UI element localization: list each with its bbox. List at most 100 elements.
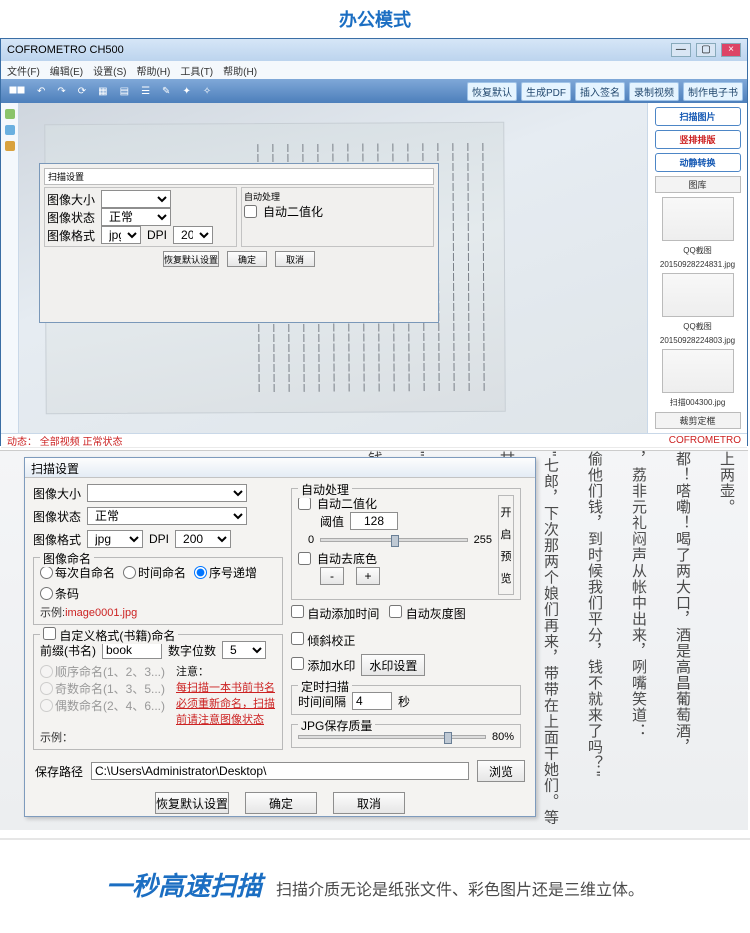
cb-bin[interactable] (298, 497, 311, 510)
img-size-select[interactable] (101, 190, 171, 208)
vertical-text: 上两壶。 (714, 451, 738, 830)
menu-item[interactable]: 帮助(H) (136, 63, 170, 78)
tool-icon[interactable]: ▦ (94, 85, 111, 98)
img-size-label: 图像大小 (33, 485, 81, 502)
img-state-label: 图像状态 (33, 508, 81, 525)
caption-title: 一秒高速扫描 (106, 866, 262, 903)
rb-odd[interactable]: 奇数命名(1、3、5...) (40, 680, 165, 697)
thumbnail-caption: 扫描004300.jpg (670, 397, 726, 408)
jpg-legend: JPG保存质量 (298, 717, 375, 734)
menu-item[interactable]: 设置(S) (93, 63, 126, 78)
note-line: 必须重新命名，扫描 (176, 695, 276, 711)
jpg-value: 80% (492, 731, 514, 743)
prefix-label: 前缀(书名) (40, 642, 96, 659)
menu-item[interactable]: 工具(T) (180, 63, 213, 78)
example2-label: 示例： (40, 729, 276, 745)
tool-icon[interactable]: ✎ (158, 85, 174, 98)
watermark-settings-button[interactable]: 水印设置 (361, 654, 425, 676)
tool-icon[interactable]: ⯀⯀ (5, 85, 29, 98)
img-state-select[interactable]: 正常 (101, 208, 171, 226)
minus-button[interactable]: - (320, 567, 344, 585)
dialog-title: 扫描设置 (25, 458, 535, 478)
thr-max: 255 (474, 534, 492, 546)
toolbar-restore-button[interactable]: 恢复默认 (467, 82, 517, 101)
cb-gray[interactable]: 自动灰度图 (389, 605, 465, 622)
auto-legend: 自动处理 (298, 481, 352, 498)
ok-button[interactable]: 确定 (227, 251, 267, 267)
note-line: 每扫描一本书前书名 (176, 679, 276, 695)
custom-enable-checkbox[interactable] (43, 627, 56, 640)
tool-icon[interactable]: ✧ (199, 85, 215, 98)
dpi-select[interactable]: 200 (173, 226, 213, 244)
toolbar-sign-button[interactable]: 插入签名 (575, 82, 625, 101)
cancel-button[interactable]: 取消 (333, 792, 405, 814)
restore-defaults-button[interactable]: 恢复默认设置 (155, 792, 229, 814)
vchar: 启 (501, 526, 512, 542)
threshold-input[interactable] (350, 512, 398, 530)
rb-even[interactable]: 偶数命名(2、4、6...) (40, 697, 165, 714)
interval-label: 时间间隔 (298, 693, 346, 710)
cb-bg-label: 自动去底色 (317, 550, 377, 567)
vert-layout-button[interactable]: 竖排排版 (655, 130, 741, 149)
thumbnail[interactable] (662, 197, 734, 241)
interval-unit: 秒 (398, 693, 410, 710)
rotate-right-icon[interactable]: ↷ (53, 85, 69, 98)
maximize-button[interactable]: ▢ (696, 43, 716, 57)
naming-fieldset: 图像命名 每次自命名 时间命名 序号递增 条码 示例:image0001.jpg (33, 557, 283, 625)
jpg-quality-slider[interactable] (298, 735, 486, 739)
tool-icon[interactable]: ✦ (178, 85, 194, 98)
cb-wm[interactable]: 添加水印 (291, 657, 355, 674)
minimize-button[interactable]: — (671, 43, 691, 57)
tool-icon[interactable]: ▤ (116, 85, 133, 98)
cb-skew[interactable]: 倾斜校正 (291, 632, 355, 649)
app-window: COFROMETRO CH500 — ▢ × 文件(F) 编辑(E) 设置(S)… (0, 38, 748, 446)
digits-select[interactable]: 5 (222, 641, 266, 659)
cancel-button[interactable]: 取消 (275, 251, 315, 267)
cb-bg[interactable] (298, 552, 311, 565)
window-controls: — ▢ × (669, 43, 741, 57)
scan-image-button[interactable]: 扫描图片 (655, 107, 741, 126)
app-title: COFROMETRO CH500 (7, 44, 124, 56)
thumbnail[interactable] (662, 349, 734, 393)
toolbar-pdf-button[interactable]: 生成PDF (521, 82, 571, 101)
scan-preview[interactable]: 扫描设置 图像大小 图像状态正常 图像格式jpg DPI200 自动处理 自动二… (19, 103, 647, 433)
rb-order[interactable]: 顺序命名(1、2、3...) (40, 663, 165, 680)
rb-time[interactable]: 时间命名 (123, 564, 186, 581)
img-fmt-select[interactable]: jpg (87, 530, 143, 548)
ok-button[interactable]: 确定 (245, 792, 317, 814)
thumbnail-caption: 20150928224831.jpg (660, 260, 735, 269)
statusbar: 动态： 全部视频 正常状态 COFROMETRO (1, 433, 747, 447)
toolbar-record-button[interactable]: 录制视频 (629, 82, 679, 101)
menu-item[interactable]: 文件(F) (7, 63, 40, 78)
preview-side-button[interactable]: 开 启 预 览 (498, 495, 514, 595)
browse-button[interactable]: 浏览 (477, 760, 525, 782)
threshold-label: 阈值 (320, 513, 344, 530)
cb-addtime[interactable]: 自动添加时间 (291, 605, 379, 622)
img-state-select[interactable]: 正常 (87, 507, 247, 525)
vertical-text: 偷他们钱，到时候我们平分，钱不就来了吗？" (582, 451, 606, 830)
img-size-select[interactable] (87, 484, 247, 502)
vchar: 开 (501, 504, 512, 520)
timer-fieldset: 定时扫描 时间间隔 秒 (291, 685, 521, 715)
rotate-left-icon[interactable]: ↶ (33, 85, 49, 98)
toolbar-ebook-button[interactable]: 制作电子书 (683, 82, 743, 101)
tool-icon[interactable]: ☰ (137, 85, 154, 98)
threshold-slider[interactable] (320, 538, 468, 542)
plus-button[interactable]: + (356, 567, 380, 585)
restore-button[interactable]: 恢复默认设置 (163, 251, 219, 267)
menu-item[interactable]: 编辑(E) (50, 63, 83, 78)
rb-bar[interactable]: 条码 (40, 585, 79, 602)
example-label: 示例: (40, 607, 65, 619)
cb[interactable] (244, 205, 257, 218)
convert-button[interactable]: 动静转换 (655, 153, 741, 172)
fmt-select[interactable]: jpg (101, 226, 141, 244)
rb-seq[interactable]: 序号递增 (194, 564, 257, 581)
save-path-input[interactable] (91, 762, 469, 780)
interval-input[interactable] (352, 692, 392, 710)
close-button[interactable]: × (721, 43, 741, 57)
img-fmt-label: 图像格式 (33, 531, 81, 548)
refresh-icon[interactable]: ⟳ (74, 85, 90, 98)
menu-item[interactable]: 帮助(H) (223, 63, 257, 78)
thumbnail[interactable] (662, 273, 734, 317)
dpi-select[interactable]: 200 (175, 530, 231, 548)
